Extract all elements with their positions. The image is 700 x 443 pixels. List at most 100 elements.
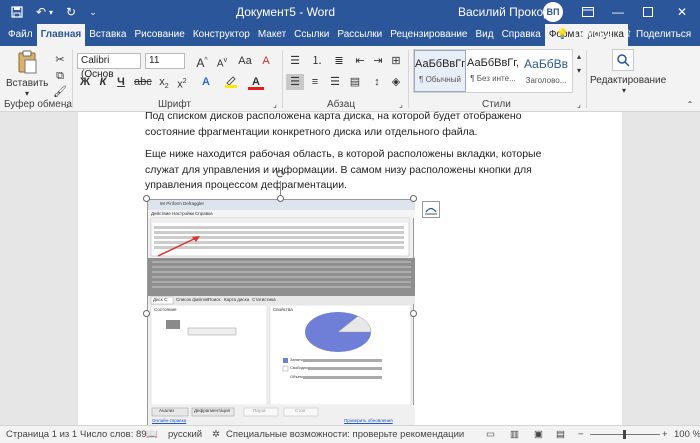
tab-references[interactable]: Ссылки (290, 24, 333, 46)
styles-scroll-icon[interactable]: ▴ ▾ (574, 50, 584, 75)
highlight-icon[interactable] (222, 74, 240, 90)
maximize-icon[interactable] (634, 0, 662, 24)
language[interactable]: русский (168, 429, 202, 440)
font-name-combo[interactable]: Calibri (Основ (77, 53, 141, 80)
font-color-icon[interactable]: A (248, 74, 264, 90)
find-icon[interactable] (612, 49, 634, 71)
zoom-slider-thumb[interactable] (623, 430, 626, 439)
tab-layout[interactable]: Макет (254, 24, 290, 46)
undo-dropdown-icon[interactable]: ▾ (46, 0, 56, 24)
increase-indent-icon[interactable]: ⇥ (370, 53, 386, 69)
image-state-label: Состояние (154, 307, 177, 312)
multilevel-list-icon[interactable]: ≣ (330, 53, 348, 69)
share-button[interactable]: Поделиться (636, 24, 691, 46)
tab-review[interactable]: Рецензирование (386, 24, 471, 46)
tab-home[interactable]: Главная (36, 24, 86, 46)
resize-handle-nw[interactable] (143, 195, 150, 202)
zoom-in-icon[interactable]: + (662, 429, 668, 440)
redo-icon[interactable]: ↻ (60, 0, 82, 24)
paste-icon[interactable] (12, 50, 42, 76)
text-effects-icon[interactable]: A (198, 74, 214, 90)
clipboard-launcher-icon[interactable]: ⌟ (62, 97, 72, 113)
strikethrough-icon[interactable]: abc (134, 74, 152, 90)
italic-button[interactable]: К (96, 74, 110, 90)
accessibility-status[interactable]: Специальные возможности: проверьте реком… (226, 429, 464, 440)
web-layout-icon[interactable]: ▤ (556, 429, 565, 440)
embedded-screenshot[interactable]: IM Piriform Defraggler Действие Настройк… (147, 199, 415, 426)
proofing-icon[interactable]: 📖 (146, 429, 158, 440)
clear-format-icon[interactable]: A (258, 53, 274, 69)
focus-mode-icon[interactable]: ▭ (486, 429, 495, 440)
image-legend-free: Свободно (290, 365, 309, 370)
editing-dropdown-icon[interactable]: ▾ (618, 83, 630, 99)
tab-help[interactable]: Справка (498, 24, 545, 46)
align-left-icon[interactable]: ☰ (286, 74, 304, 90)
decrease-indent-icon[interactable]: ⇤ (352, 53, 368, 69)
tab-insert[interactable]: Вставка (85, 24, 130, 46)
accessibility-icon[interactable]: ✲ (212, 429, 220, 440)
ribbon-options-icon[interactable] (574, 0, 602, 24)
word-count[interactable]: Число слов: 89 (80, 429, 147, 440)
superscript-icon[interactable]: x2 (174, 74, 190, 91)
cut-icon[interactable]: ✂ (52, 52, 68, 68)
paragraph-2[interactable]: Еще ниже находится рабочая область, в ко… (145, 147, 565, 194)
image-pause-button: Пауза (253, 408, 266, 413)
borders-icon[interactable]: ⊞ (388, 53, 404, 69)
title-bar: ↶ ▾ ↻ ⌄ Документ5 - Word Василий Прокоро… (0, 0, 700, 24)
style-no-spacing[interactable]: АаБбВвГг, ¶ Без инте... (467, 50, 519, 92)
page-count[interactable]: Страница 1 из 1 (6, 429, 77, 440)
save-icon[interactable] (6, 0, 28, 24)
share-icon[interactable]: ⇪ (624, 24, 632, 46)
avatar[interactable]: ВП (543, 2, 563, 22)
tab-draw[interactable]: Рисование (130, 24, 188, 46)
style-preview: АаБбВвГг, (467, 57, 519, 69)
change-case-icon[interactable]: Aa (236, 53, 254, 69)
image-tab-files: Список файлов (176, 297, 209, 302)
tab-file[interactable]: Файл (4, 24, 37, 46)
tab-view[interactable]: Вид (471, 24, 497, 46)
image-menu-settings: Настройки (172, 211, 195, 216)
underline-button[interactable]: Ч (114, 74, 128, 90)
image-props-label: Свойства (273, 307, 293, 312)
align-right-icon[interactable]: ☰ (326, 74, 344, 90)
zoom-level[interactable]: 100 % (674, 429, 700, 440)
layout-options-icon[interactable] (422, 201, 440, 218)
read-mode-icon[interactable]: ▥ (510, 429, 519, 440)
customize-qat-icon[interactable]: ⌄ (82, 0, 104, 24)
tab-design[interactable]: Конструктор (189, 24, 254, 46)
image-legend-used: Занято (290, 357, 304, 362)
style-normal[interactable]: АаБбВвГг, ¶ Обычный (414, 50, 466, 92)
justify-icon[interactable]: ▤ (346, 74, 364, 90)
align-center-icon[interactable]: ≡ (306, 74, 324, 90)
grow-font-icon[interactable]: A^ (194, 53, 210, 70)
shrink-font-icon[interactable]: Av (214, 53, 230, 69)
resize-handle-w[interactable] (143, 310, 150, 317)
image-tab-stats: Статистика (252, 297, 276, 302)
zoom-out-icon[interactable]: − (578, 429, 584, 440)
resize-handle-e[interactable] (410, 310, 417, 317)
resize-handle-ne[interactable] (410, 195, 417, 202)
subscript-icon[interactable]: x2 (156, 74, 172, 90)
font-size-combo[interactable]: 11 (145, 53, 185, 69)
styles-launcher-icon[interactable]: ⌟ (574, 97, 584, 113)
image-legend-total: Объем (290, 374, 303, 379)
minimize-icon[interactable]: — (604, 0, 632, 24)
collapse-ribbon-icon[interactable]: ⌃ (684, 97, 696, 113)
copy-icon[interactable]: ⧉ (52, 68, 68, 84)
print-layout-icon[interactable]: ▣ (534, 429, 543, 440)
divider (586, 50, 587, 108)
rotate-handle-icon[interactable]: ⟳ (274, 167, 288, 181)
close-icon[interactable]: ✕ (668, 0, 696, 24)
bold-button[interactable]: Ж (78, 74, 92, 90)
lightbulb-icon[interactable]: 💡 (556, 24, 568, 46)
paragraph-1[interactable]: Под списком дисков расположена карта дис… (145, 109, 565, 140)
line-spacing-icon[interactable]: ↕ (368, 74, 386, 90)
status-bar: Страница 1 из 1 Число слов: 89 📖 русский… (0, 425, 700, 443)
style-heading[interactable]: АаБбВв Заголово... (520, 50, 572, 92)
numbering-icon[interactable]: ⒈ (308, 53, 326, 69)
resize-handle-n[interactable] (277, 195, 284, 202)
shading-icon[interactable]: ◈ (388, 74, 404, 90)
tab-mailings[interactable]: Рассылки (333, 24, 386, 46)
help-search[interactable]: Помощь (574, 24, 613, 46)
bullets-icon[interactable]: ☰ (286, 53, 304, 69)
